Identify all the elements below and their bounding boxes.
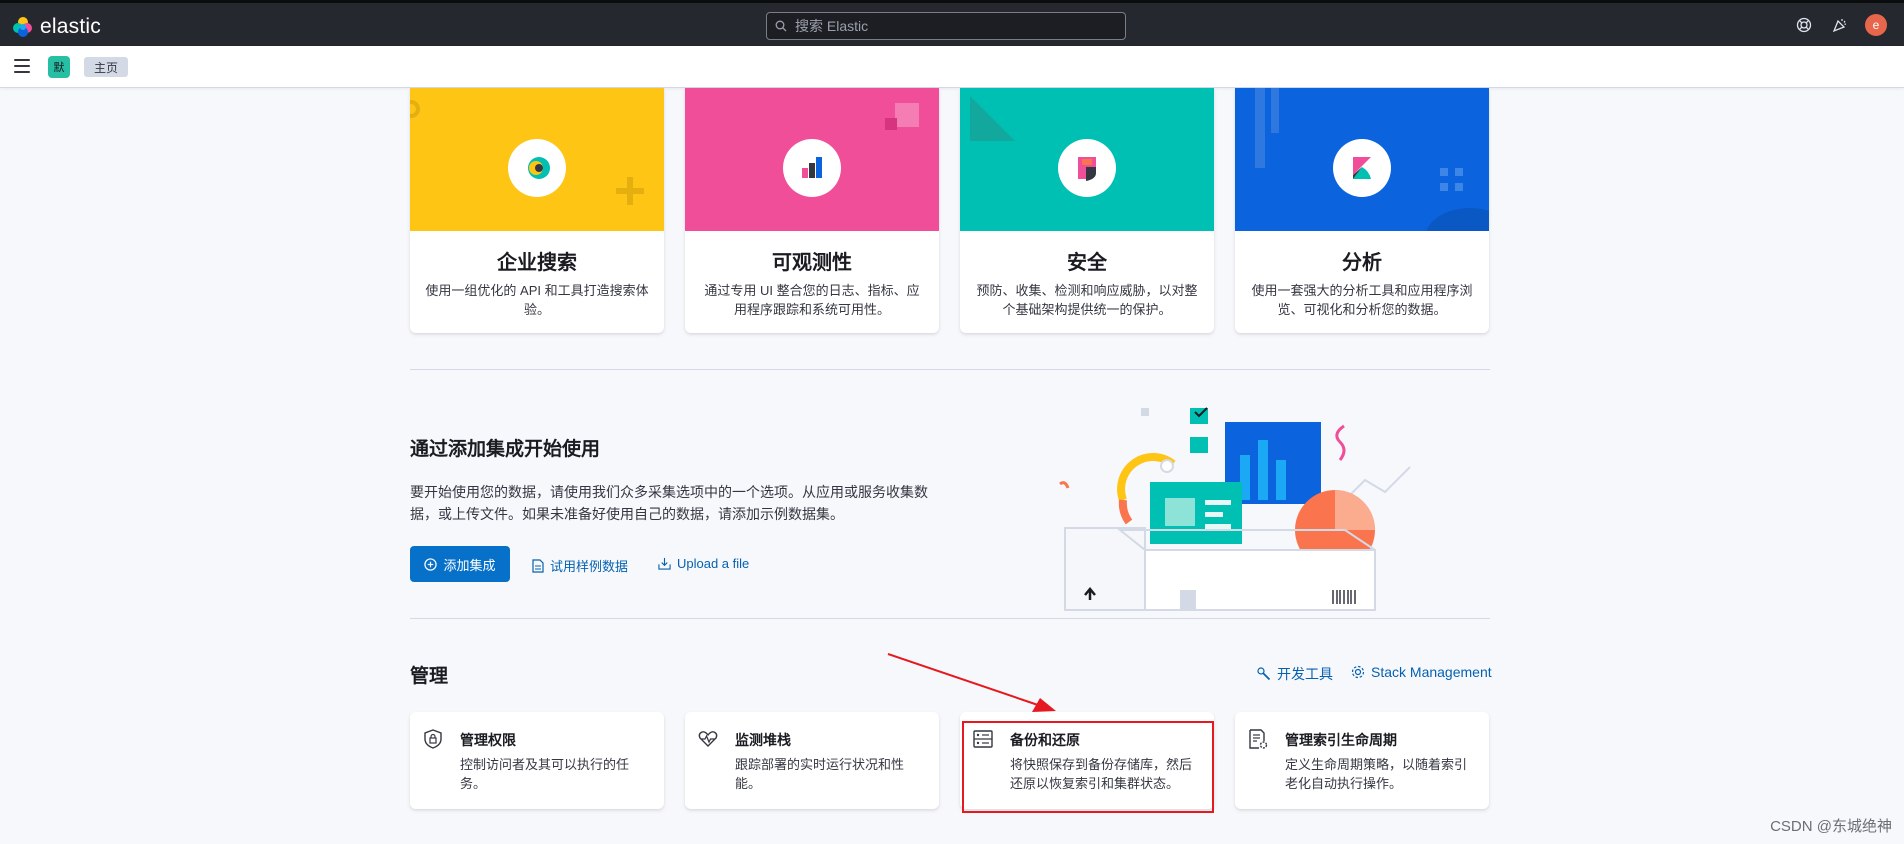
solution-title: 安全 [1067, 252, 1107, 274]
solution-title: 可观测性 [772, 252, 852, 274]
brand-name: elastic [40, 15, 101, 38]
enterprise-search-logo-icon [508, 139, 566, 197]
help-lifebuoy-icon [1796, 17, 1812, 32]
stack-management-label: Stack Management [1371, 664, 1492, 680]
observability-logo-icon [783, 139, 841, 197]
solution-banner [410, 88, 664, 231]
solution-banner [960, 88, 1214, 231]
management-card-monitoring[interactable]: 监测堆栈 跟踪部署的实时运行状况和性能。 [685, 712, 939, 809]
card-description: 控制访问者及其可以执行的任务。 [460, 757, 630, 791]
kibana-logo-icon [1333, 139, 1391, 197]
try-sample-data-link[interactable]: 试用样例数据 [532, 556, 628, 575]
card-description: 定义生命周期策略，以随着索引老化自动执行操作。 [1285, 757, 1468, 791]
upload-file-label: Upload a file [677, 556, 750, 571]
dev-tools-label: 开发工具 [1277, 666, 1333, 682]
section-divider [410, 618, 1490, 619]
upload-file-link[interactable]: Upload a file [658, 556, 749, 571]
help-button[interactable] [1786, 7, 1822, 43]
add-integrations-label: 添加集成 [443, 557, 496, 573]
solution-card-analytics[interactable]: 分析 使用一套强大的分析工具和应用程序浏览、可视化和分析您的数据。 [1235, 88, 1489, 333]
integrations-illustration [1059, 407, 1411, 611]
search-placeholder: 搜索 Elastic [795, 18, 869, 34]
solution-card-observability[interactable]: 可观测性 通过专用 UI 整合您的日志、指标、应用程序跟踪和系统可用性。 [685, 88, 939, 333]
management-title: 管理 [410, 666, 449, 687]
solution-banner [1235, 88, 1489, 231]
breadcrumb-bar: 默 主页 [0, 46, 1904, 88]
management-card-index-lifecycle[interactable]: 管理索引生命周期 定义生命周期策略，以随着索引老化自动执行操作。 [1235, 712, 1489, 809]
solution-card-enterprise-search[interactable]: 企业搜索 使用一组优化的 API 和工具打造搜索体验。 [410, 88, 664, 333]
import-icon [658, 557, 671, 570]
index-settings-icon [1249, 729, 1268, 749]
solution-description: 通过专用 UI 整合您的日志、指标、应用程序跟踪和系统可用性。 [704, 283, 920, 317]
card-description: 跟踪部署的实时运行状况和性能。 [735, 757, 905, 791]
solution-description: 使用一组优化的 API 和工具打造搜索体验。 [425, 283, 649, 317]
annotation-arrow-icon [887, 653, 1056, 712]
annotation-highlight-box [962, 721, 1214, 813]
card-title: 管理索引生命周期 [1285, 732, 1397, 748]
heartbeat-icon [698, 731, 718, 747]
integrations-description: 要开始使用您的数据，请使用我们众多采集选项中的一个选项。从应用或服务收集数据，或… [410, 484, 928, 522]
cheer-icon [1832, 18, 1847, 32]
elastic-logo-icon [13, 17, 32, 37]
add-integrations-button[interactable]: 添加集成 [410, 546, 510, 582]
solution-title: 企业搜索 [497, 252, 577, 274]
news-feed-button[interactable] [1822, 7, 1858, 43]
solution-description: 预防、收集、检测和响应威胁，以对整个基础架构提供统一的保护。 [976, 283, 1198, 317]
dev-tools-link[interactable]: 开发工具 [1257, 664, 1333, 684]
card-title: 管理权限 [460, 732, 516, 748]
integrations-title: 通过添加集成开始使用 [410, 439, 601, 460]
security-logo-icon [1058, 139, 1116, 197]
stack-management-link[interactable]: Stack Management [1351, 664, 1492, 680]
management-card-permissions[interactable]: 管理权限 控制访问者及其可以执行的任务。 [410, 712, 664, 809]
section-divider [410, 369, 1490, 370]
menu-toggle-icon[interactable] [14, 59, 30, 73]
try-sample-data-label: 试用样例数据 [550, 559, 629, 574]
space-avatar[interactable]: 默 [48, 56, 70, 78]
plus-in-circle-icon [424, 557, 438, 571]
gear-icon [1351, 665, 1365, 679]
solution-card-security[interactable]: 安全 预防、收集、检测和响应威胁，以对整个基础架构提供统一的保护。 [960, 88, 1214, 333]
shield-lock-icon [424, 729, 442, 749]
watermark: CSDN @东城绝神 [1770, 818, 1892, 835]
top-header: elastic 搜索 Elastic e [0, 0, 1904, 46]
card-title: 监测堆栈 [735, 732, 791, 748]
elastic-logo[interactable]: elastic [12, 15, 101, 39]
solution-banner [685, 88, 939, 231]
search-icon [775, 20, 787, 32]
wrench-icon [1257, 667, 1271, 681]
breadcrumb-home[interactable]: 主页 [84, 57, 129, 77]
solution-title: 分析 [1342, 252, 1382, 274]
solution-description: 使用一套强大的分析工具和应用程序浏览、可视化和分析您的数据。 [1251, 283, 1473, 317]
document-icon [532, 558, 544, 573]
avatar: e [1865, 13, 1887, 36]
user-menu-button[interactable]: e [1858, 7, 1894, 43]
global-search-input[interactable]: 搜索 Elastic [766, 12, 1126, 40]
header-actions: e [1786, 3, 1904, 46]
